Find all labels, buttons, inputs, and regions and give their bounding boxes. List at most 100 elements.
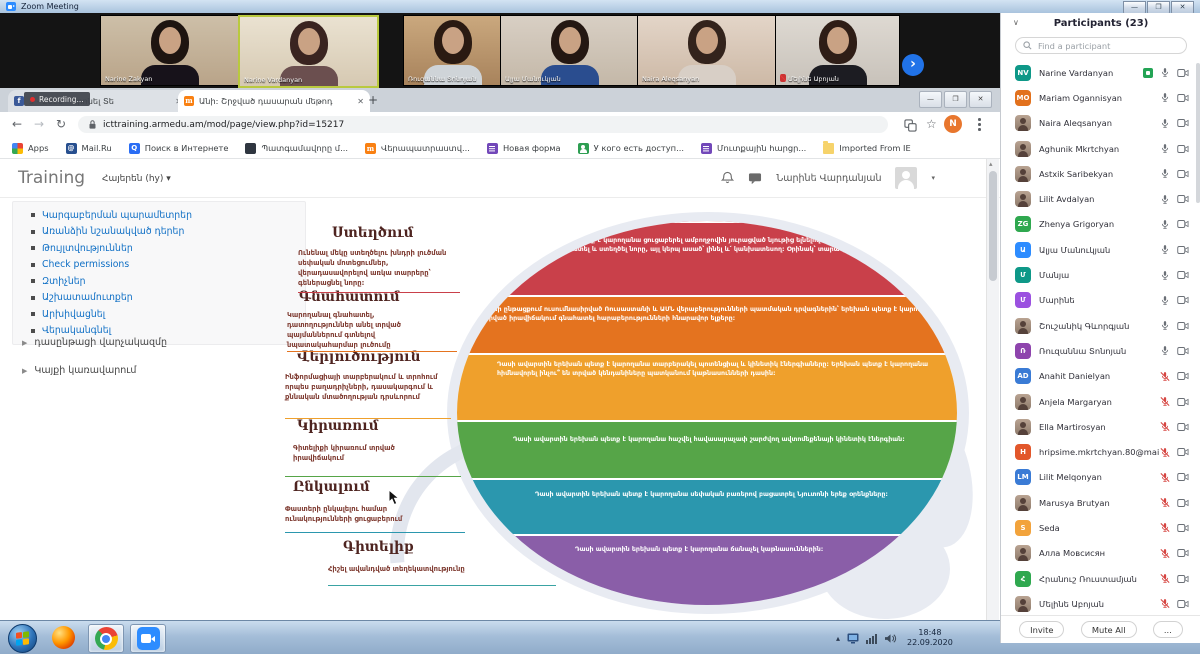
camera-icon[interactable] bbox=[1177, 144, 1189, 154]
browser-close-button[interactable]: ✕ bbox=[969, 91, 992, 108]
mic-icon[interactable] bbox=[1160, 295, 1170, 306]
sidebar-link[interactable]: Զտիչներ bbox=[13, 273, 305, 290]
participant-row[interactable]: Lilit Avdalyan bbox=[1001, 186, 1197, 211]
mic-icon[interactable] bbox=[1160, 371, 1170, 382]
camera-icon[interactable] bbox=[1177, 321, 1189, 331]
participant-row[interactable]: Մելինե Աբոյան bbox=[1001, 591, 1197, 616]
participant-row[interactable]: Մ Մանյա bbox=[1001, 262, 1197, 287]
bookmark-item[interactable]: Новая форма bbox=[487, 143, 561, 154]
bookmark-item[interactable]: Q Поиск в Интернете bbox=[129, 143, 229, 154]
sidebar-link[interactable]: Check permissions bbox=[13, 257, 305, 274]
reload-button[interactable]: ↻ bbox=[56, 117, 66, 131]
mute-all-button[interactable]: Mute All bbox=[1081, 621, 1137, 638]
notifications-bell-icon[interactable] bbox=[721, 171, 734, 185]
video-tile[interactable]: Մելինե Աբոյան bbox=[775, 15, 900, 86]
participant-row[interactable]: ZG Zhenya Grigoryan bbox=[1001, 212, 1197, 237]
sidebar-link[interactable]: Թույլտվություններ bbox=[13, 240, 305, 257]
sidebar-section-toggle[interactable]: ▶ Կայքի կառավարում bbox=[22, 365, 136, 376]
bookmark-item[interactable]: Մուտքային հարցր... bbox=[701, 143, 806, 154]
camera-icon[interactable] bbox=[1177, 574, 1189, 584]
camera-icon[interactable] bbox=[1177, 371, 1189, 381]
camera-icon[interactable] bbox=[1177, 194, 1189, 204]
display-icon[interactable] bbox=[847, 633, 859, 644]
video-tile[interactable]: Ռուզաննա Տոնոյան bbox=[403, 15, 502, 86]
browser-restore-button[interactable]: ❐ bbox=[944, 91, 967, 108]
bookmark-star-icon[interactable]: ☆ bbox=[926, 117, 937, 131]
mic-icon[interactable] bbox=[1160, 270, 1170, 281]
camera-icon[interactable] bbox=[1177, 599, 1189, 609]
start-button[interactable] bbox=[8, 624, 37, 653]
mic-icon[interactable] bbox=[1160, 320, 1170, 331]
camera-icon[interactable] bbox=[1177, 548, 1189, 558]
bookmark-item[interactable]: Imported From IE bbox=[823, 143, 910, 154]
taskbar-clock[interactable]: 18:48 22.09.2020 bbox=[907, 628, 953, 649]
participant-row[interactable]: Ella Martirosyan bbox=[1001, 414, 1197, 439]
participant-row[interactable]: LM Lilit Melqonyan bbox=[1001, 465, 1197, 490]
participant-search[interactable] bbox=[1015, 37, 1187, 54]
mic-icon[interactable] bbox=[1160, 573, 1170, 584]
participants-scrollbar[interactable] bbox=[1196, 63, 1200, 203]
mic-icon[interactable] bbox=[1160, 548, 1170, 559]
camera-icon[interactable] bbox=[1177, 295, 1189, 305]
participant-row[interactable]: S Seda bbox=[1001, 515, 1197, 540]
messages-icon[interactable] bbox=[748, 172, 762, 185]
sidebar-link[interactable]: Կարգաբերման պարամետրեր bbox=[13, 207, 305, 224]
sidebar-section-toggle[interactable]: ▶ դասընթացի վարչակազմը bbox=[22, 337, 167, 348]
taskbar-chrome-button[interactable] bbox=[88, 624, 124, 653]
sidebar-link[interactable]: Առանձին նշանակված դերեր bbox=[13, 224, 305, 241]
mic-icon[interactable] bbox=[1160, 118, 1170, 129]
tab-close-icon[interactable]: ✕ bbox=[357, 97, 364, 106]
video-tile[interactable]: Narine Zakyan bbox=[100, 15, 239, 86]
mic-icon[interactable] bbox=[1160, 92, 1170, 103]
participant-row[interactable]: AD Anahit Danielyan bbox=[1001, 364, 1197, 389]
browser-menu-icon[interactable] bbox=[978, 118, 981, 121]
mic-icon[interactable] bbox=[1160, 396, 1170, 407]
camera-icon[interactable] bbox=[1177, 270, 1189, 280]
camera-icon[interactable] bbox=[1177, 245, 1189, 255]
sidebar-link[interactable]: Արխիվացնել bbox=[13, 306, 305, 323]
scrollbar-thumb[interactable] bbox=[989, 171, 997, 281]
participant-row[interactable]: Marusya Brutyan bbox=[1001, 490, 1197, 515]
camera-icon[interactable] bbox=[1177, 447, 1189, 457]
mic-icon[interactable] bbox=[1160, 421, 1170, 432]
camera-icon[interactable] bbox=[1177, 219, 1189, 229]
participant-row[interactable]: H hripsime.mkrtchyan.80@mail.ru bbox=[1001, 439, 1197, 464]
participant-row[interactable]: MO Mariam Ogannisyan bbox=[1001, 85, 1197, 110]
browser-minimize-button[interactable]: — bbox=[919, 91, 942, 108]
page-scrollbar[interactable]: ▴ bbox=[986, 159, 999, 620]
mic-icon[interactable] bbox=[1160, 194, 1170, 205]
new-tab-button[interactable]: + bbox=[368, 94, 378, 106]
camera-icon[interactable] bbox=[1177, 93, 1189, 103]
camera-icon[interactable] bbox=[1177, 346, 1189, 356]
mic-icon[interactable] bbox=[1160, 168, 1170, 179]
participant-row[interactable]: Ռ Ռուզաննա Տոնոյան bbox=[1001, 338, 1197, 363]
mic-icon[interactable] bbox=[1160, 472, 1170, 483]
mic-icon[interactable] bbox=[1160, 345, 1170, 356]
camera-icon[interactable] bbox=[1177, 523, 1189, 533]
bookmark-item[interactable]: Apps bbox=[12, 143, 49, 154]
bookmark-item[interactable]: У кого есть доступ... bbox=[578, 143, 684, 154]
profile-avatar[interactable]: N bbox=[944, 115, 962, 133]
bookmark-item[interactable]: @ Mail.Ru bbox=[66, 143, 112, 154]
taskbar-zoom-button[interactable] bbox=[130, 624, 166, 653]
forward-button[interactable]: → bbox=[34, 117, 44, 131]
camera-icon[interactable] bbox=[1177, 498, 1189, 508]
bookmark-item[interactable]: Պատգամավորը մ... bbox=[245, 143, 348, 154]
address-bar[interactable]: icttraining.armedu.am/mod/page/view.php?… bbox=[78, 116, 888, 133]
video-tile[interactable]: Ալյա Մանուկյան bbox=[500, 15, 639, 86]
camera-icon[interactable] bbox=[1177, 118, 1189, 128]
mic-icon[interactable] bbox=[1160, 244, 1170, 255]
language-menu[interactable]: Հայերեն (hy) ▾ bbox=[102, 174, 171, 184]
participant-row[interactable]: Алла Мовсисян bbox=[1001, 541, 1197, 566]
camera-icon[interactable] bbox=[1177, 68, 1189, 78]
participant-row[interactable]: Ա Ալյա Մանուկյան bbox=[1001, 237, 1197, 262]
user-menu-caret-icon[interactable]: ▾ bbox=[931, 174, 935, 182]
mic-icon[interactable] bbox=[1160, 497, 1170, 508]
taskbar-firefox-button[interactable] bbox=[46, 624, 80, 651]
participant-row[interactable]: Շուշանիկ Գևորգյան bbox=[1001, 313, 1197, 338]
next-videos-button[interactable]: › bbox=[902, 54, 924, 76]
participant-row[interactable]: Մ Մարինե bbox=[1001, 288, 1197, 313]
mic-icon[interactable] bbox=[1160, 143, 1170, 154]
participant-row[interactable]: NV Narine Vardanyan bbox=[1001, 60, 1197, 85]
video-tile[interactable]: Naira Aleqsanyan bbox=[637, 15, 776, 86]
